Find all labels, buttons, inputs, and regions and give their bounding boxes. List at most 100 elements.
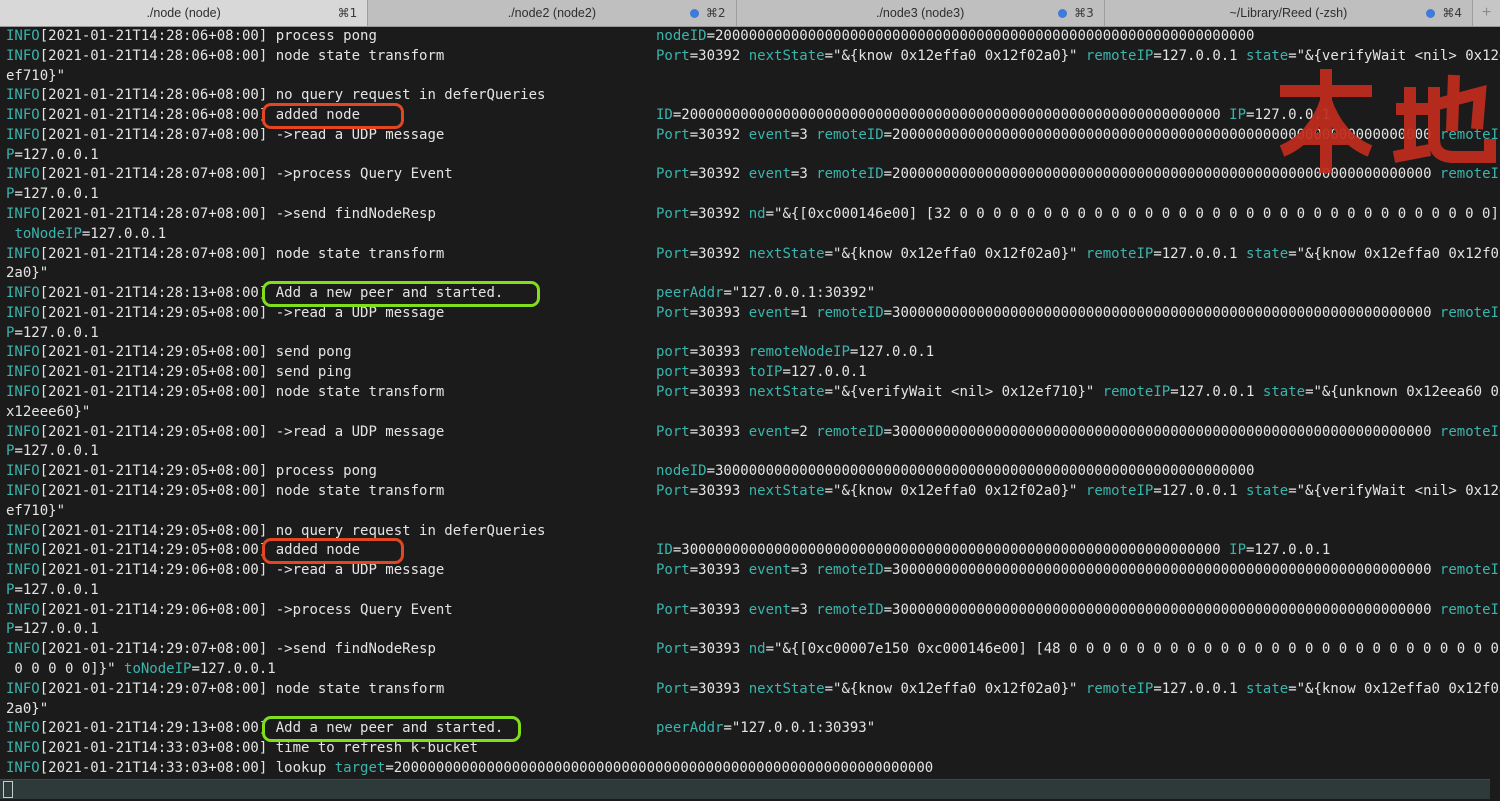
activity-indicator-dot — [1058, 9, 1067, 18]
log-text: [2021-01-21T14:29:05+08:00] no query req… — [40, 523, 546, 539]
terminal-row: P=127.0.0.1 — [0, 185, 1500, 205]
log-key: remoteIP — [1440, 305, 1500, 321]
terminal-pane[interactable]: INFO[2021-01-21T14:28:06+08:00] process … — [0, 27, 1500, 801]
log-key: INFO — [6, 344, 40, 360]
log-text: [2021-01-21T14:28:07+08:00] ->send findN… — [40, 206, 436, 222]
log-key: INFO — [6, 681, 40, 697]
log-key: nd — [749, 641, 766, 657]
log-text: ef710}" — [6, 503, 65, 519]
terminal-row: INFO[2021-01-21T14:29:05+08:00] send pon… — [0, 343, 1500, 363]
log-text: [2021-01-21T14:29:06+08:00] ->read a UDP… — [40, 562, 445, 578]
tab-title: ./node3 (node3) — [737, 0, 1104, 26]
log-text: [2021-01-21T14:29:05+08:00] process pong — [40, 463, 377, 479]
terminal-cursor — [3, 781, 13, 798]
log-key: remoteID — [816, 166, 883, 182]
log-key: remoteIP — [1440, 127, 1500, 143]
log-key: INFO — [6, 720, 40, 736]
log-key: nextState — [749, 384, 825, 400]
log-text: =127.0.0.1 — [850, 344, 934, 360]
log-key: IP — [1229, 107, 1246, 123]
log-text: =30393 — [690, 483, 749, 499]
log-key: nodeID — [656, 463, 707, 479]
log-key: remoteNodeIP — [749, 344, 850, 360]
log-text: =30393 — [690, 681, 749, 697]
log-text: =2 — [791, 424, 816, 440]
log-key: Port — [656, 127, 690, 143]
tab-bar: ./node (node)⌘1./node2 (node2)⌘2./node3 … — [0, 0, 1500, 27]
log-text: 2a0}" — [6, 265, 48, 281]
log-key: Port — [656, 602, 690, 618]
log-key: event — [749, 562, 791, 578]
log-text: [2021-01-21T14:29:05+08:00] ->read a UDP… — [40, 424, 445, 440]
log-key: Port — [656, 166, 690, 182]
log-text: ="&{know 0x12effa0 0x12f02a0}" — [825, 483, 1086, 499]
log-key: remoteIP — [1440, 602, 1500, 618]
log-text: 0 0 0 0 0]}" — [6, 661, 124, 677]
log-key: Port — [656, 384, 690, 400]
log-text: =200000000000000000000000000000000000000… — [707, 28, 1255, 44]
log-text: =127.0.0.1 — [1246, 542, 1330, 558]
terminal-row: 2a0}" — [0, 264, 1500, 284]
log-key: INFO — [6, 48, 40, 64]
log-key: remoteIP — [1440, 166, 1500, 182]
log-text: =300000000000000000000000000000000000000… — [707, 463, 1255, 479]
terminal-row: INFO[2021-01-21T14:29:05+08:00] ->read a… — [0, 423, 1500, 443]
log-key: Port — [656, 206, 690, 222]
log-key: INFO — [6, 384, 40, 400]
log-key: remoteID — [816, 562, 883, 578]
tab-shortcut: ⌘3 — [1074, 6, 1094, 20]
log-key: event — [749, 127, 791, 143]
log-text: [2021-01-21T14:29:06+08:00] ->process Qu… — [40, 602, 453, 618]
log-text: =30392 — [690, 48, 749, 64]
command-line-bar[interactable] — [0, 779, 1490, 799]
log-key: INFO — [6, 87, 40, 103]
log-key: remoteIP — [1086, 48, 1153, 64]
log-text: ="127.0.0.1:30392" — [723, 285, 875, 301]
log-text: =30393 — [690, 384, 749, 400]
log-key: remoteIP — [1086, 681, 1153, 697]
tab-zsh[interactable]: ~/Library/Reed (-zsh)⌘4 — [1105, 0, 1473, 26]
log-text: [2021-01-21T14:29:05+08:00] ->read a UDP… — [40, 305, 445, 321]
log-text: ="&{verifyWait <nil> 0x12ef710}" — [1288, 483, 1500, 499]
log-text: [2021-01-21T14:33:03+08:00] lookup — [40, 760, 335, 776]
log-key: state — [1246, 48, 1288, 64]
log-text: ="&{verifyWait <nil> 0x12ef710}" — [825, 384, 1103, 400]
new-tab-button[interactable]: + — [1473, 0, 1500, 26]
log-text: =30392 — [690, 166, 749, 182]
terminal-row: P=127.0.0.1 — [0, 620, 1500, 640]
terminal-row: x12eee60}" — [0, 403, 1500, 423]
log-text: [2021-01-21T14:28:07+08:00] ->process Qu… — [40, 166, 453, 182]
tab-node3[interactable]: ./node3 (node3)⌘3 — [737, 0, 1105, 26]
log-text: =200000000000000000000000000000000000000… — [385, 760, 933, 776]
tab-shortcut: ⌘4 — [1442, 6, 1462, 20]
log-text: =30393 — [690, 641, 749, 657]
log-key: Port — [656, 641, 690, 657]
log-key: Port — [656, 246, 690, 262]
tab-title: ./node2 (node2) — [368, 0, 735, 26]
log-text: =300000000000000000000000000000000000000… — [884, 305, 1440, 321]
log-text: =30392 — [690, 127, 749, 143]
tab-node2[interactable]: ./node2 (node2)⌘2 — [368, 0, 736, 26]
log-text: 2a0}" — [6, 701, 48, 717]
log-text: =30393 — [690, 602, 749, 618]
log-key: IP — [1229, 542, 1246, 558]
log-text: [2021-01-21T14:29:07+08:00] ->send findN… — [40, 641, 436, 657]
terminal-row: toNodeIP=127.0.0.1 — [0, 225, 1500, 245]
terminal-row: INFO[2021-01-21T14:29:13+08:00] Add a ne… — [0, 719, 1500, 739]
log-key: target — [335, 760, 386, 776]
log-text: =127.0.0.1 — [1170, 384, 1263, 400]
log-key: remoteID — [816, 127, 883, 143]
log-text: ="&{know 0x12effa0 0x12f02a0}" — [1288, 246, 1500, 262]
log-key: nd — [749, 206, 766, 222]
tab-node[interactable]: ./node (node)⌘1 — [0, 0, 368, 26]
log-key: INFO — [6, 364, 40, 380]
log-text: =3 — [791, 127, 816, 143]
log-key: ID — [656, 542, 673, 558]
log-key: event — [749, 166, 791, 182]
log-text: =30393 — [690, 364, 749, 380]
log-text: =300000000000000000000000000000000000000… — [884, 424, 1440, 440]
log-text: ef710}" — [6, 68, 65, 84]
terminal-window: ./node (node)⌘1./node2 (node2)⌘2./node3 … — [0, 0, 1500, 801]
log-text: [2021-01-21T14:29:05+08:00] send pong — [40, 344, 352, 360]
log-key: Port — [656, 681, 690, 697]
